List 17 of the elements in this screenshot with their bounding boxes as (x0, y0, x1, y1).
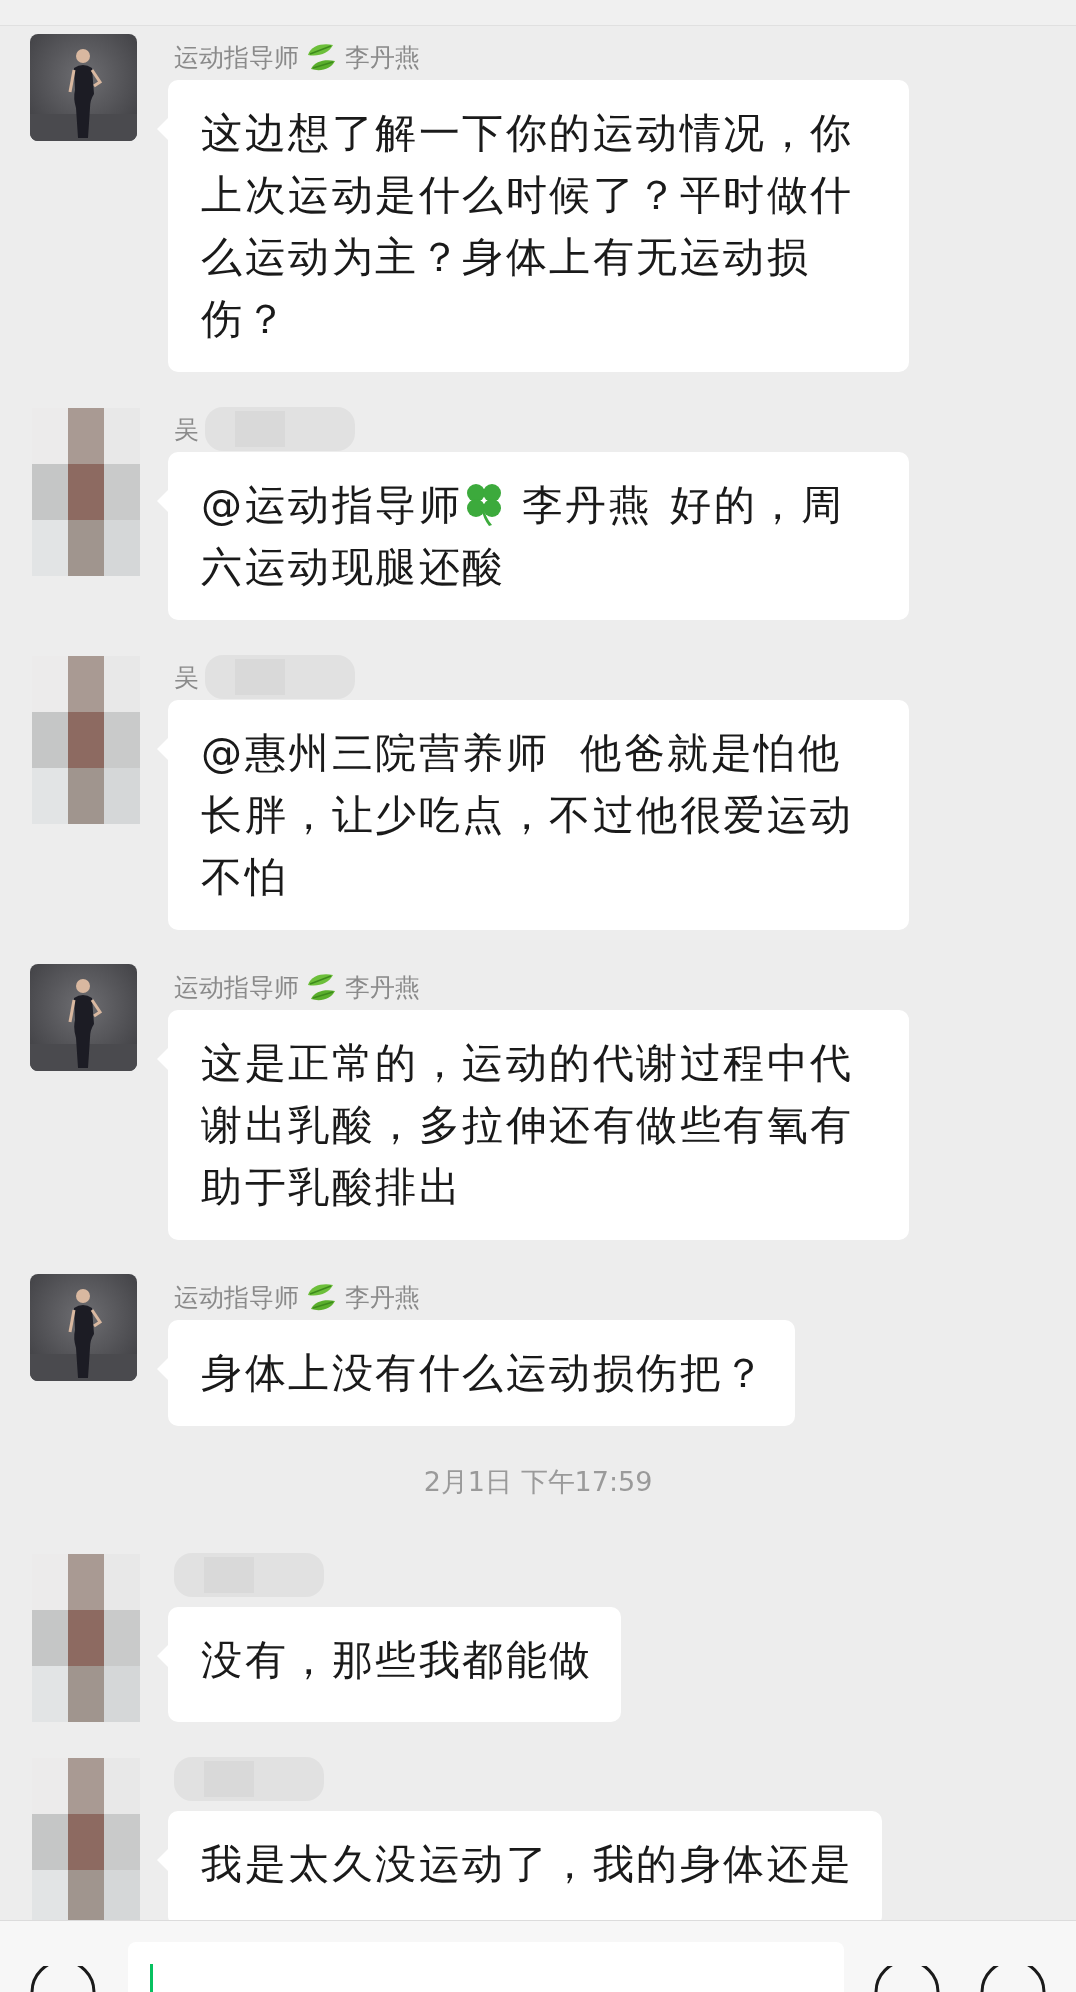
sender-name: 李丹燕 (345, 1281, 420, 1314)
message-text: 身体上没有什么运动损伤把？ (201, 1349, 767, 1397)
message-text: 我是太久没运动了，我的身体还是 (201, 1840, 854, 1888)
sender-title: 运动指导师 (174, 41, 299, 74)
sender-name: 李丹燕 (345, 41, 420, 74)
message-text: 没有，那些我都能做 (201, 1636, 593, 1684)
sender-title: 运动指导师 (174, 971, 299, 1004)
sender-name: 吴 (174, 661, 199, 694)
message-text: 这边想了解一下你的运动情况，你上次运动是什么时候了？平时做什么运动为主？身体上有无运动损伤？ (201, 109, 854, 343)
message-input[interactable] (128, 1942, 844, 1992)
message-text: @运动指导师 李丹燕 好的，周六运动现腿还酸 (201, 481, 845, 591)
sender-name: 李丹燕 (345, 971, 420, 1004)
message-text: @惠州三院营养师 他爸就是怕他长胖，让少吃点，不过他很爱运动不怕 (201, 729, 854, 901)
timestamp: 2月1日 下午17:59 (423, 1465, 653, 1499)
sender-name: 吴 (174, 413, 199, 446)
message-text: 这是正常的，运动的代谢过程中代谢出乳酸，多拉伸还有做些有氧有助于乳酸排出 (201, 1039, 854, 1211)
sender-title: 运动指导师 (174, 1281, 299, 1314)
